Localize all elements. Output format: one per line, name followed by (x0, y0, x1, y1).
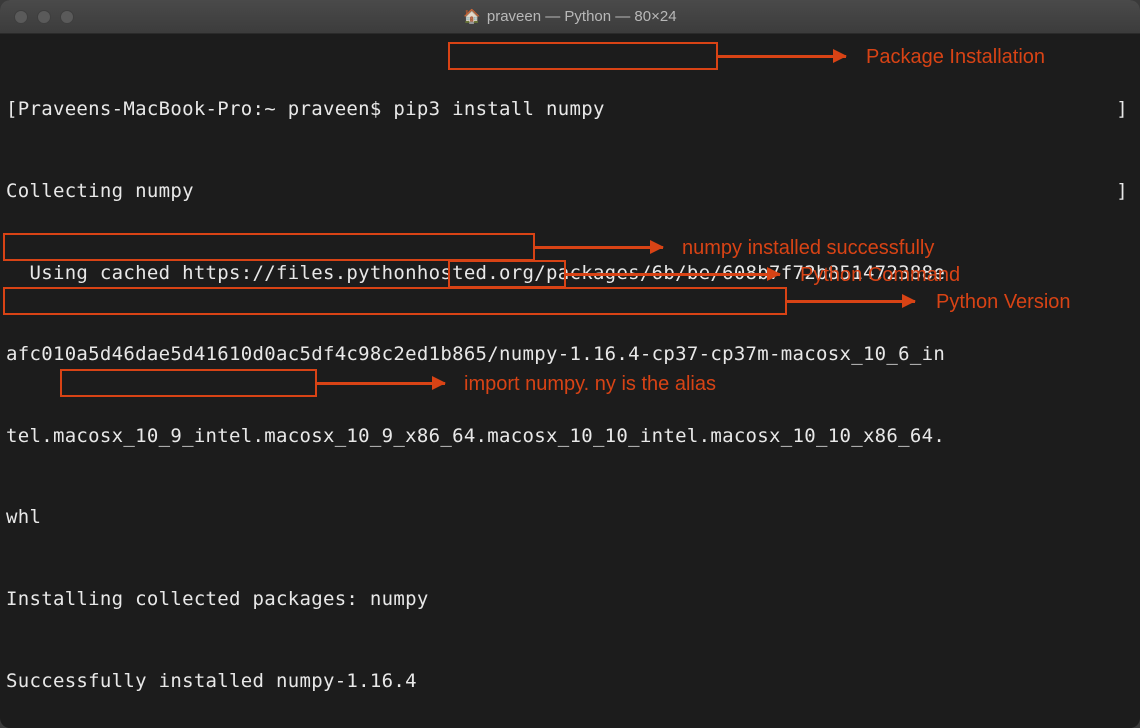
terminal-window: 🏠 praveen — Python — 80×24 [Praveens-Mac… (0, 0, 1140, 728)
close-button[interactable] (14, 10, 28, 24)
annotation-python-version: Python Version (936, 291, 1071, 314)
terminal-line: Collecting numpy] (6, 178, 1134, 205)
terminal-line: [Praveens-MacBook-Pro:~ praveen$ pip3 in… (6, 96, 1134, 123)
annotation-numpy-installed: numpy installed successfully (682, 237, 934, 260)
title-bar: 🏠 praveen — Python — 80×24 (0, 0, 1140, 34)
arrow (317, 382, 445, 385)
window-title: 🏠 praveen — Python — 80×24 (463, 8, 676, 25)
arrow (718, 55, 846, 58)
home-icon: 🏠 (463, 8, 480, 25)
minimize-button[interactable] (37, 10, 51, 24)
annotation-import-numpy: import numpy. ny is the alias (464, 373, 716, 396)
traffic-lights (14, 10, 74, 24)
maximize-button[interactable] (60, 10, 74, 24)
terminal-line: tel.macosx_10_9_intel.macosx_10_9_x86_64… (6, 423, 1134, 450)
terminal-line: whl (6, 504, 1134, 531)
arrow (787, 300, 915, 303)
terminal-line: Successfully installed numpy-1.16.4 (6, 668, 1134, 695)
arrow (566, 273, 780, 276)
annotation-package-install: Package Installation (866, 46, 1045, 69)
terminal-line: afc010a5d46dae5d41610d0ac5df4c98c2ed1b86… (6, 341, 1134, 368)
annotation-python-command: Python Command (800, 264, 960, 287)
arrow (535, 246, 663, 249)
terminal-line: Installing collected packages: numpy (6, 586, 1134, 613)
title-text: praveen — Python — 80×24 (487, 8, 677, 25)
